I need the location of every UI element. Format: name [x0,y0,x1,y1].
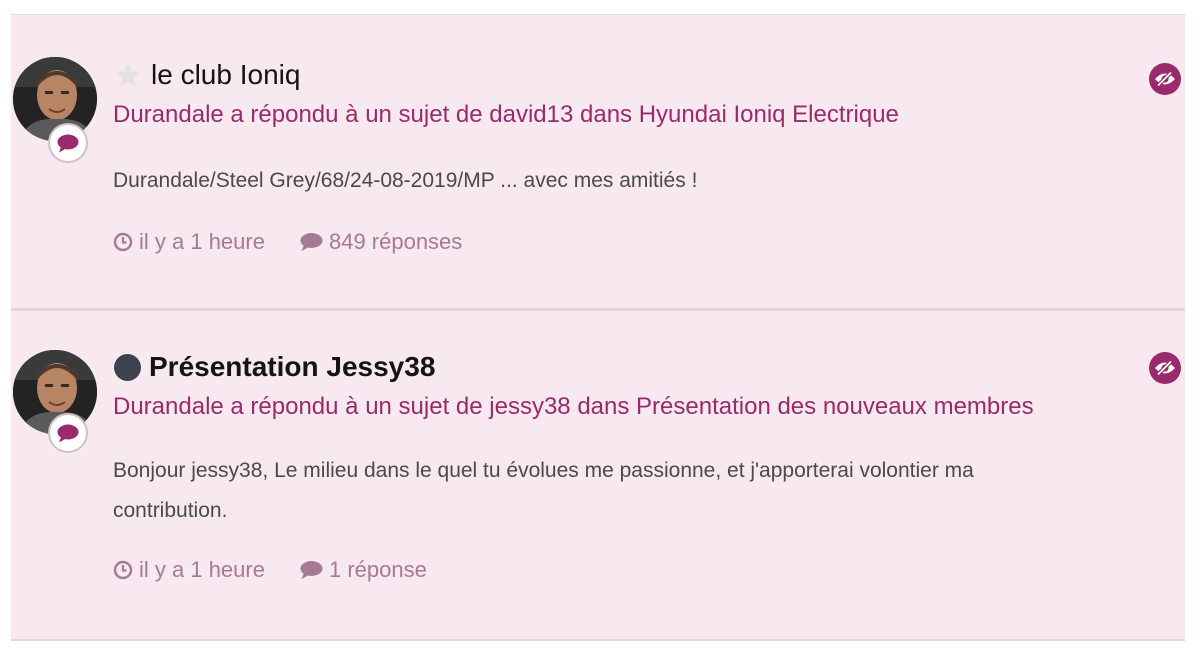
reply-count-text: 1 réponse [328,557,427,582]
post-snippet: Durandale/Steel Grey/68/24-08-2019/MP ..… [113,169,698,192]
timestamp-text: il y a 1 heure [139,557,265,582]
mark-read-button[interactable] [1149,63,1181,95]
timestamp: il y a 1 heure [113,229,265,255]
topic-title[interactable]: le club Ioniq [151,57,300,93]
activity-feed: le club Ioniq Durandale a répondu à un s… [11,14,1185,641]
activity-item: Présentation Jessy38 Durandale a répondu… [11,310,1185,641]
comment-icon [57,424,79,442]
comment-badge [48,413,88,453]
activity-description[interactable]: Durandale a répondu à un sujet de jessy3… [113,389,1125,425]
topic-title[interactable]: Présentation Jessy38 [149,349,435,385]
reply-count[interactable]: 1 réponse [299,557,427,583]
activity-description[interactable]: Durandale a répondu à un sujet de david1… [113,97,1125,133]
clock-icon [113,232,133,252]
star-icon[interactable] [113,60,143,90]
comment-badge [48,123,88,163]
clock-icon [113,560,133,580]
post-snippet: Bonjour jessy38, Le milieu dans le quel … [113,459,974,522]
item-meta: il y a 1 heure 1 réponse [113,557,1125,583]
reply-count-text: 849 réponses [328,229,463,254]
item-meta: il y a 1 heure 849 réponses [113,229,1125,255]
activity-item: le club Ioniq Durandale a répondu à un s… [11,14,1185,310]
reply-count[interactable]: 849 réponses [299,229,462,255]
unread-dot-icon [114,353,141,381]
timestamp: il y a 1 heure [113,557,265,583]
mark-read-button[interactable] [1149,352,1181,384]
comment-icon [300,233,323,251]
comment-icon [300,561,323,579]
eye-slash-icon [1155,360,1175,376]
eye-slash-icon [1155,71,1175,87]
timestamp-text: il y a 1 heure [139,229,265,254]
comment-icon [57,134,79,152]
